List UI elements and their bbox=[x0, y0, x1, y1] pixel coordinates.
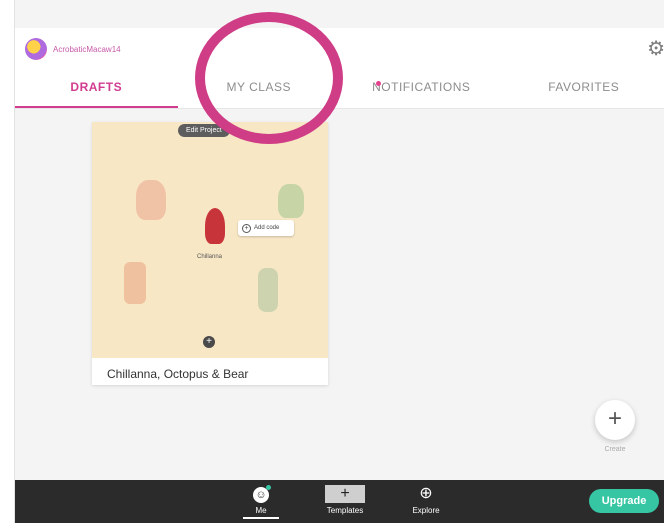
character-label: Chillanna bbox=[197, 254, 223, 260]
tab-notifications-label: NOTIFICATIONS bbox=[372, 80, 471, 94]
highlight-circle-annotation bbox=[195, 12, 343, 144]
tab-notifications[interactable]: NOTIFICATIONS bbox=[340, 74, 503, 108]
nav-me[interactable]: ☺ Me bbox=[231, 484, 291, 519]
project-thumbnail[interactable]: Chillanna + Add code + bbox=[92, 122, 328, 358]
gear-icon[interactable]: ⚙ bbox=[647, 36, 664, 61]
tab-favorites-label: FAVORITES bbox=[548, 80, 620, 94]
robot-character bbox=[258, 268, 278, 312]
globe-icon: ⊕ bbox=[419, 485, 433, 502]
face-icon: ☺ bbox=[253, 485, 271, 503]
app-window: AcrobaticMacaw14 ⚙ DRAFTS MY CLASS NOTIF… bbox=[14, 0, 664, 523]
add-character-button[interactable]: + bbox=[203, 336, 215, 348]
nav-explore[interactable]: ⊕ Explore bbox=[396, 484, 456, 515]
tab-favorites[interactable]: FAVORITES bbox=[503, 74, 664, 108]
mushroom-character bbox=[278, 184, 304, 218]
chillanna-character[interactable] bbox=[205, 208, 225, 244]
project-card[interactable]: Chillanna + Add code + Edit Project Chil… bbox=[92, 122, 328, 385]
create-label: Create bbox=[604, 446, 626, 453]
create-button[interactable]: + bbox=[595, 400, 635, 440]
nav-templates[interactable]: + Templates bbox=[315, 484, 375, 515]
active-indicator bbox=[243, 517, 279, 519]
create-action[interactable]: + Create bbox=[595, 400, 635, 453]
tab-drafts-label: DRAFTS bbox=[70, 80, 123, 94]
avatar[interactable] bbox=[25, 38, 47, 60]
upgrade-button[interactable]: Upgrade bbox=[589, 489, 659, 513]
octopus-character bbox=[136, 180, 166, 220]
user-profile[interactable]: AcrobaticMacaw14 bbox=[25, 38, 121, 60]
nav-explore-label: Explore bbox=[412, 506, 440, 515]
project-title: Chillanna, Octopus & Bear bbox=[107, 367, 249, 381]
bear-character bbox=[124, 262, 146, 304]
tab-drafts[interactable]: DRAFTS bbox=[15, 74, 178, 108]
notification-dot bbox=[376, 81, 381, 86]
plus-circle-icon: + bbox=[242, 223, 251, 233]
add-code-button[interactable]: + Add code bbox=[238, 220, 294, 236]
nav-templates-label: Templates bbox=[326, 506, 364, 515]
plus-icon: + bbox=[325, 485, 365, 503]
bottom-nav: ☺ Me + Templates ⊕ Explore Upgrade bbox=[15, 480, 664, 523]
username: AcrobaticMacaw14 bbox=[53, 44, 121, 54]
add-code-label: Add code bbox=[254, 225, 280, 231]
nav-me-label: Me bbox=[255, 506, 267, 515]
